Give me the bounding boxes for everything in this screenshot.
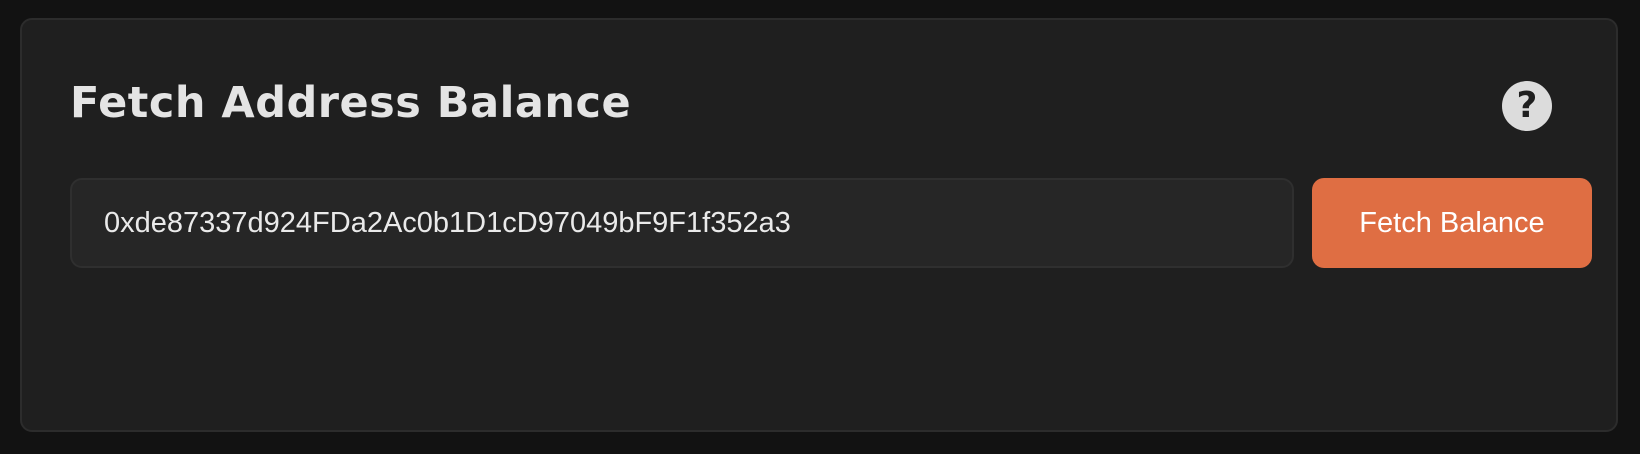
help-icon[interactable]: ? xyxy=(1502,81,1552,131)
fetch-balance-button[interactable]: Fetch Balance xyxy=(1312,178,1592,268)
address-input[interactable] xyxy=(70,178,1294,268)
fetch-balance-card: Fetch Address Balance ? Fetch Balance xyxy=(20,18,1618,432)
card-title: Fetch Address Balance xyxy=(70,78,632,128)
